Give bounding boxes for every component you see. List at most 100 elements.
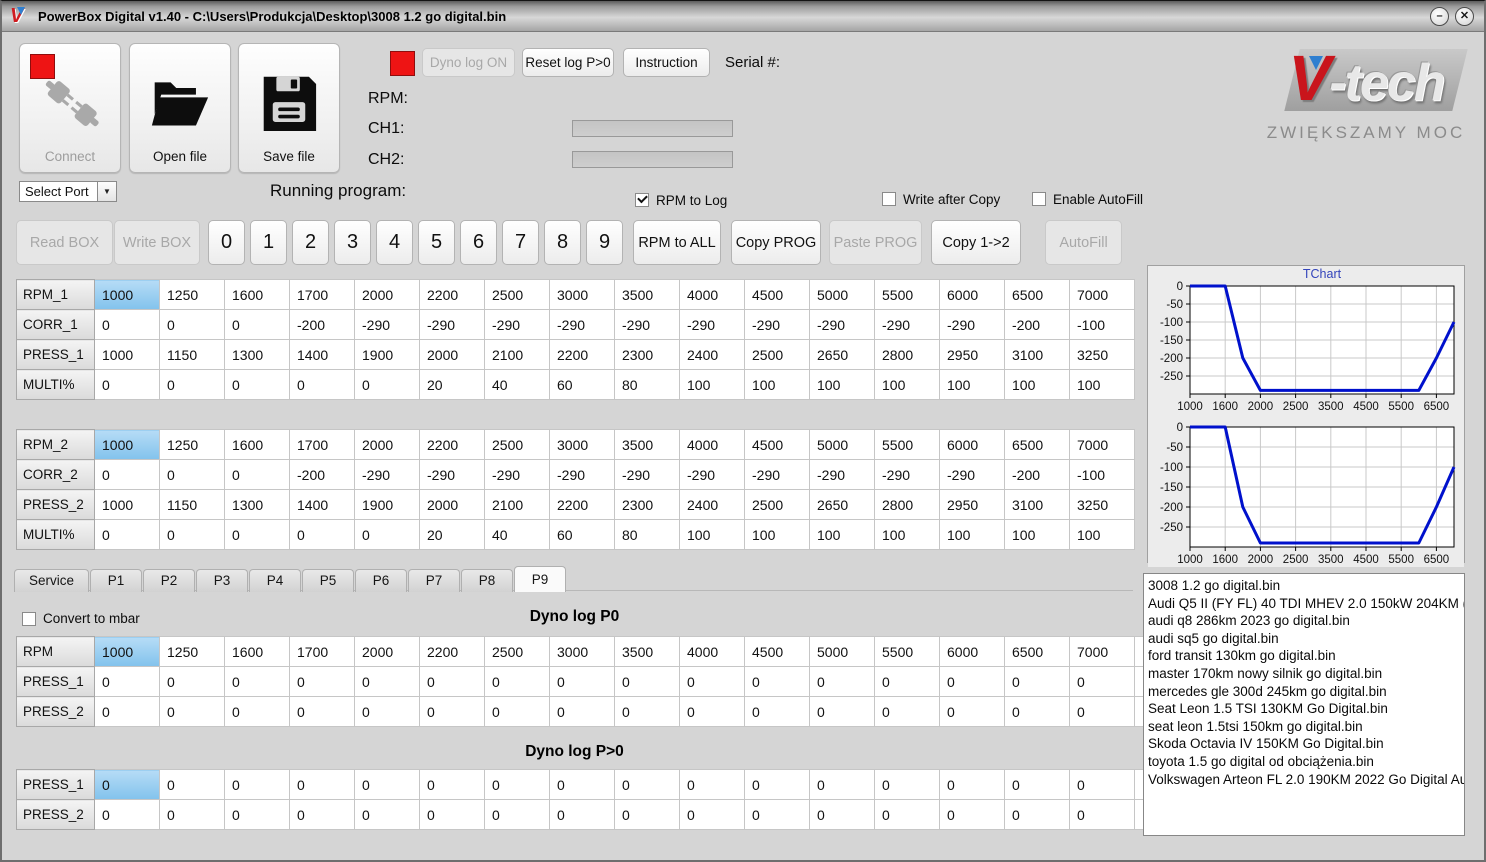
table-cell[interactable]: -290 — [679, 309, 745, 340]
table-cell[interactable]: -290 — [354, 309, 420, 340]
table-cell[interactable]: 3500 — [614, 429, 680, 460]
table-cell[interactable]: 1250 — [159, 279, 225, 310]
table-cell[interactable]: 1700 — [289, 279, 355, 310]
connect-button[interactable]: Connect — [19, 43, 121, 173]
table-cell[interactable]: 0 — [809, 799, 875, 830]
table-cell[interactable]: 0 — [159, 519, 225, 550]
write-after-copy-checkbox[interactable] — [882, 192, 896, 206]
table-cell[interactable]: -290 — [874, 309, 940, 340]
table-cell[interactable]: 0 — [1004, 666, 1070, 697]
table-cell[interactable]: 0 — [939, 666, 1005, 697]
instruction-button[interactable]: Instruction — [623, 48, 710, 77]
program-digit-button[interactable]: 3 — [334, 220, 371, 265]
table-cell[interactable]: -290 — [484, 309, 550, 340]
list-item[interactable]: audi q8 286km 2023 go digital.bin — [1148, 612, 1464, 630]
table-cell[interactable]: 0 — [354, 799, 420, 830]
table-cell[interactable]: 1000 — [94, 636, 160, 667]
table-cell[interactable]: 2000 — [354, 279, 420, 310]
table-cell[interactable]: 1150 — [159, 339, 225, 370]
table-cell[interactable]: 5000 — [809, 636, 875, 667]
table-cell[interactable]: 2000 — [419, 339, 485, 370]
table-cell[interactable]: 6500 — [1004, 636, 1070, 667]
table-cell[interactable]: 1700 — [289, 636, 355, 667]
table-cell[interactable]: 0 — [419, 666, 485, 697]
table-cell[interactable]: 0 — [809, 696, 875, 727]
table-cell[interactable]: -290 — [419, 459, 485, 490]
table-cell[interactable]: 60 — [549, 519, 615, 550]
table-cell[interactable]: 100 — [939, 519, 1005, 550]
table-cell[interactable]: 80 — [614, 519, 680, 550]
table-cell[interactable]: -290 — [939, 309, 1005, 340]
table-cell[interactable]: 0 — [939, 799, 1005, 830]
table-cell[interactable]: 0 — [679, 696, 745, 727]
tab-p4[interactable]: P4 — [249, 569, 302, 592]
table-cell[interactable]: 2950 — [939, 339, 1005, 370]
table-cell[interactable]: 5500 — [874, 279, 940, 310]
table-cell[interactable]: 0 — [484, 799, 550, 830]
table-cell[interactable]: 100 — [679, 519, 745, 550]
rpm-to-all-button[interactable]: RPM to ALL — [633, 220, 721, 265]
table-cell[interactable]: -200 — [1004, 309, 1070, 340]
table-cell[interactable]: 2200 — [419, 279, 485, 310]
list-item[interactable]: toyota 1.5 go digital od obciążenia.bin — [1148, 753, 1464, 771]
table-cell[interactable]: 100 — [809, 369, 875, 400]
table-cell[interactable]: -290 — [614, 459, 680, 490]
table-cell[interactable]: 0 — [1004, 769, 1070, 800]
table-cell[interactable]: 0 — [419, 696, 485, 727]
table-cell[interactable]: 0 — [614, 769, 680, 800]
write-box-button[interactable]: Write BOX — [114, 220, 200, 265]
program-digit-button[interactable]: 5 — [418, 220, 455, 265]
copy-1-2-button[interactable]: Copy 1->2 — [931, 220, 1021, 265]
table-cell[interactable]: 0 — [224, 369, 290, 400]
table-cell[interactable]: 6500 — [1004, 429, 1070, 460]
table-cell[interactable]: -290 — [549, 459, 615, 490]
paste-prog-button[interactable]: Paste PROG — [829, 220, 922, 265]
table-cell[interactable]: 1000 — [94, 429, 160, 460]
table-cell[interactable]: 0 — [94, 769, 160, 800]
table-cell[interactable]: -290 — [354, 459, 420, 490]
table-cell[interactable]: -290 — [744, 309, 810, 340]
read-box-button[interactable]: Read BOX — [16, 220, 113, 265]
table-cell[interactable]: 1250 — [159, 636, 225, 667]
table-cell[interactable]: 0 — [159, 369, 225, 400]
table-cell[interactable]: 0 — [159, 799, 225, 830]
table-cell[interactable]: 0 — [679, 666, 745, 697]
table-cell[interactable]: 0 — [94, 799, 160, 830]
table-cell[interactable]: 1400 — [289, 489, 355, 520]
table-cell[interactable]: 7000 — [1069, 429, 1135, 460]
list-item[interactable]: 3008 1.2 go digital.bin — [1148, 577, 1464, 595]
table-cell[interactable]: 100 — [1004, 369, 1070, 400]
table-cell[interactable]: -290 — [679, 459, 745, 490]
table-cell[interactable]: 0 — [614, 666, 680, 697]
table-cell[interactable]: 0 — [289, 799, 355, 830]
table-cell[interactable]: 1300 — [224, 339, 290, 370]
table-cell[interactable]: 0 — [1004, 696, 1070, 727]
tab-p1[interactable]: P1 — [90, 569, 143, 592]
table-cell[interactable]: 6000 — [939, 429, 1005, 460]
table-cell[interactable]: 0 — [809, 769, 875, 800]
table-cell[interactable]: 0 — [354, 519, 420, 550]
table-cell[interactable]: -200 — [289, 459, 355, 490]
table-cell[interactable]: 0 — [419, 799, 485, 830]
table-cell[interactable]: -290 — [939, 459, 1005, 490]
table-cell[interactable]: 0 — [874, 696, 940, 727]
table-cell[interactable]: 5500 — [874, 636, 940, 667]
table-cell[interactable]: 2500 — [484, 279, 550, 310]
table-cell[interactable]: 0 — [94, 369, 160, 400]
minimize-button[interactable]: – — [1430, 6, 1449, 26]
list-item[interactable]: Skoda Octavia IV 150KM Go Digital.bin — [1148, 735, 1464, 753]
enable-autofill-checkbox[interactable] — [1032, 192, 1046, 206]
table-cell[interactable]: 100 — [744, 369, 810, 400]
table-cell[interactable]: 0 — [94, 519, 160, 550]
table-cell[interactable]: 1300 — [224, 489, 290, 520]
table-cell[interactable]: 0 — [159, 309, 225, 340]
select-port-dropdown[interactable]: Select Port ▼ — [19, 181, 117, 202]
table-cell[interactable]: 2500 — [484, 429, 550, 460]
table-cell[interactable]: 2500 — [484, 636, 550, 667]
table-cell[interactable]: 2300 — [614, 339, 680, 370]
table-cell[interactable]: 1150 — [159, 489, 225, 520]
table-cell[interactable]: 0 — [1069, 696, 1135, 727]
table-cell[interactable]: 0 — [484, 696, 550, 727]
table-cell[interactable]: 0 — [94, 696, 160, 727]
list-item[interactable]: ford transit 130km go digital.bin — [1148, 647, 1464, 665]
